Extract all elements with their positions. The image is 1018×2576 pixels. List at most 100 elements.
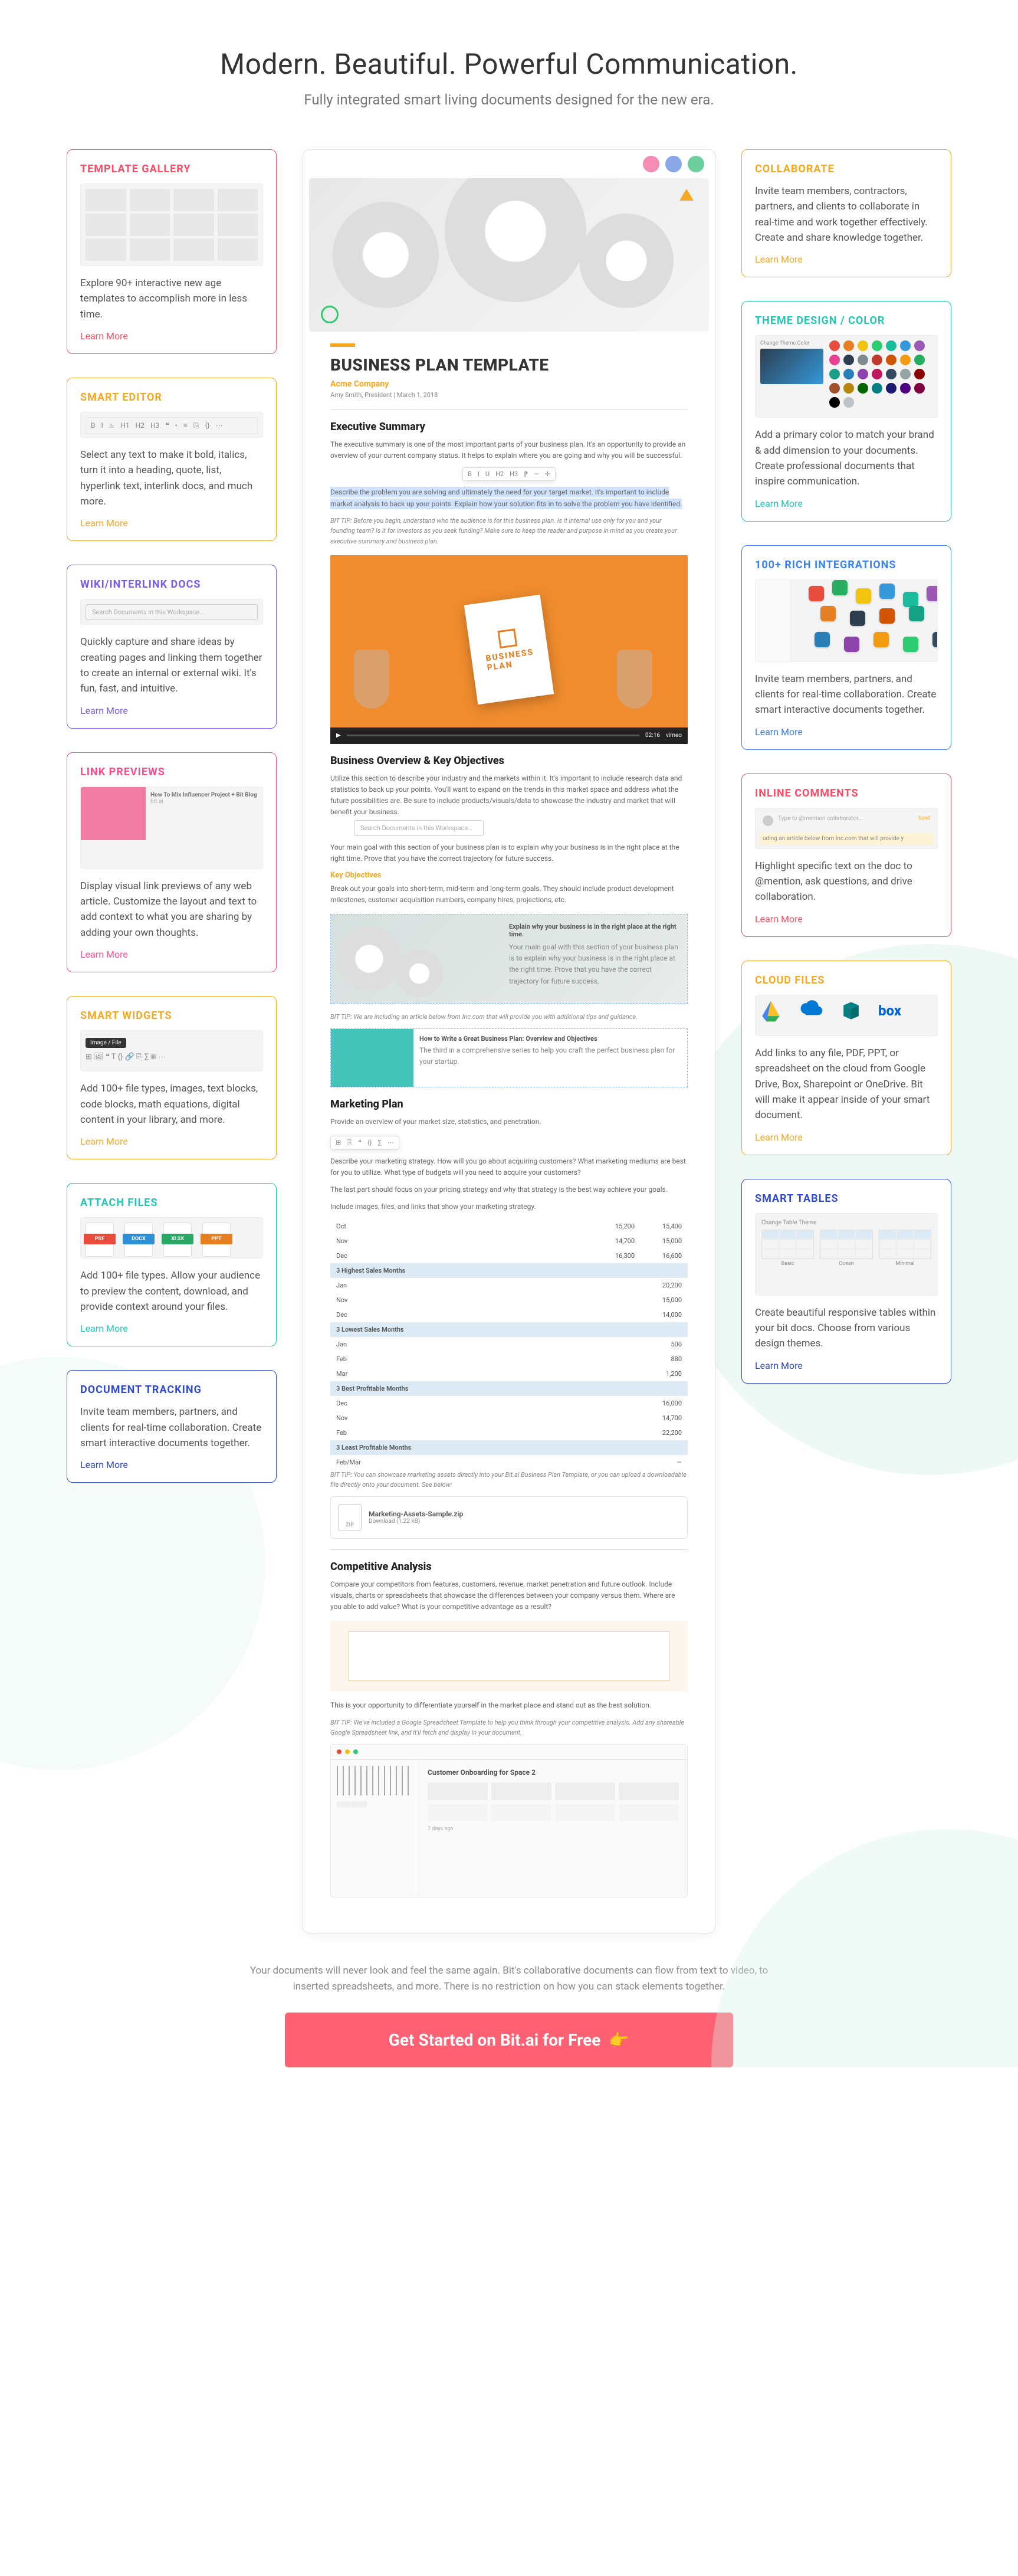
widget-toolbar[interactable]: ⊞ ⎘ ❝ {} ∑ ⋯ (330, 1136, 399, 1150)
learn-more-link[interactable]: Learn More (80, 330, 128, 342)
learn-more-link[interactable]: Learn More (755, 1360, 803, 1371)
cta-button[interactable]: Get Started on Bit.ai for Free 👉 (285, 2013, 733, 2067)
card-thumb: Change Table ThemeBasicOceanMinimal (755, 1213, 938, 1296)
toolbar-btn[interactable]: ⁋ (524, 470, 528, 478)
accent-bar (330, 343, 355, 347)
card-thumb: How To Mix Influencer Project + Bit Blog… (80, 786, 263, 869)
toolbar-btn[interactable]: ⎘ (347, 1139, 352, 1147)
paragraph: This is your opportunity to differentiat… (330, 1700, 688, 1711)
right-column: COLLABORATEInvite team members, contract… (741, 149, 951, 1933)
toolbar-btn[interactable]: {} (367, 1139, 372, 1147)
floating-toolbar[interactable]: BIU H2 H3 ⁋ — ✛ (462, 467, 556, 481)
section-heading: Executive Summary (330, 421, 688, 433)
video-embed[interactable]: BUSINESSPLAN ▶ 02:16 vimeo (330, 555, 688, 744)
link-preview[interactable]: How to Write a Great Business Plan: Over… (330, 1028, 688, 1087)
learn-more-link[interactable]: Learn More (755, 1132, 803, 1143)
card-title: LINK PREVIEWS (80, 766, 263, 778)
doc-company: Acme Company (330, 379, 688, 389)
file-attachment[interactable]: ZIP Marketing-Assets-Sample.zip Download… (330, 1496, 688, 1539)
feature-card-attach-files: ATTACH FILES PDFDOCXXLSXPPT Add 100+ file … (67, 1183, 277, 1346)
card-body: Invite team members, partners, and clien… (755, 671, 938, 718)
card-thumb: Type to @mention collaborator…Senduding … (755, 808, 938, 849)
video-controls[interactable]: ▶ 02:16 vimeo (330, 727, 688, 744)
avatar[interactable] (664, 155, 683, 173)
paragraph: Provide an overview of your market size,… (330, 1116, 688, 1128)
learn-more-link[interactable]: Learn More (80, 1459, 128, 1470)
hero-title: Modern. Beautiful. Powerful Communicatio… (0, 47, 1018, 81)
card-title: SMART WIDGETS (80, 1010, 263, 1022)
section-heading: Marketing Plan (330, 1098, 688, 1110)
tip: BIT TIP: Before you begin, understand wh… (330, 516, 688, 547)
card-body: Quickly capture and share ideas by creat… (80, 634, 263, 696)
avatar[interactable] (687, 155, 705, 173)
feature-card-cloud: CLOUD FILES box Add links to any file, P… (741, 961, 951, 1155)
feature-card-smart-editor: SMART EDITORBI⎁H1H2H3❝•≡⎘{}⋯Oooh! Where … (67, 378, 277, 541)
spreadsheet-embed[interactable]: ░░░░░░░░ Customer Onboarding for Space 2… (330, 1744, 688, 1897)
lp-title: How to Write a Great Business Plan: Over… (419, 1035, 597, 1043)
tip: BIT TIP: We've included a Google Spreads… (330, 1718, 688, 1738)
left-column: TEMPLATE GALLERYExplore 90+ interactive … (67, 149, 277, 1933)
feature-card-collaborate: COLLABORATEInvite team members, contract… (741, 149, 951, 277)
feature-card-link-previews: LINK PREVIEWS How To Mix Influencer Proje… (67, 752, 277, 972)
learn-more-link[interactable]: Learn More (80, 705, 128, 716)
sales-table: Oct15,20015,400Nov14,70015,000Dec16,3001… (330, 1219, 688, 1470)
card-title: THEME DESIGN / COLOR (755, 314, 938, 327)
toolbar-btn[interactable]: H3 (510, 470, 518, 478)
card-title: ATTACH FILES (80, 1197, 263, 1209)
toolbar-btn[interactable]: ❝ (358, 1139, 362, 1147)
learn-more-link[interactable]: Learn More (80, 1136, 128, 1147)
avatar[interactable] (642, 155, 661, 173)
learn-more-link[interactable]: Learn More (80, 949, 128, 960)
toolbar-btn[interactable]: — (534, 470, 539, 478)
learn-more-link[interactable]: Learn More (755, 254, 803, 265)
card-body: Add a primary color to match your brand … (755, 427, 938, 489)
toolbar-btn[interactable]: ✛ (545, 470, 550, 478)
image-callout[interactable]: Explain why your business is in the righ… (330, 914, 688, 1004)
feature-card-wiki: WIKI/INTERLINK DOCSSearch Documents in t… (67, 565, 277, 728)
card-title: 100+ RICH Integrations (755, 559, 938, 571)
file-name: Marketing-Assets-Sample.zip (369, 1510, 463, 1518)
card-body: Add 100+ file types. Allow your audience… (80, 1268, 263, 1315)
tip: BIT TIP: You can showcase marketing asse… (330, 1470, 688, 1490)
paragraph: Utilize this section to describe your in… (330, 773, 688, 818)
subheading: Key Objectives (330, 871, 688, 880)
learn-more-link[interactable]: Learn More (755, 726, 803, 738)
learn-more-link[interactable]: Learn More (80, 1323, 128, 1334)
doc-title: BUSINESS PLAN TEMPLATE (330, 355, 688, 375)
card-thumb: Image / File⊞ 🖼 ❝ T {} 🔗 ⎘ ∑ ▦ ⋯ (80, 1030, 263, 1071)
toolbar-btn[interactable]: H2 (495, 470, 504, 478)
card-body: Select any text to make it bold, italics… (80, 447, 263, 509)
section-heading: Business Overview & Key Objectives (330, 755, 688, 767)
competitive-table (330, 1621, 688, 1692)
pointing-hand-icon: 👉 (609, 2030, 629, 2050)
document-preview: BUSINESS PLAN TEMPLATE Acme Company Amy … (303, 149, 715, 1933)
learn-more-link[interactable]: Learn More (80, 517, 128, 529)
toolbar-btn[interactable]: ⋯ (388, 1139, 394, 1147)
feature-card-template-gallery: TEMPLATE GALLERYExplore 90+ interactive … (67, 149, 277, 354)
toolbar-btn[interactable]: ∑ (377, 1139, 381, 1147)
card-title: CLOUD FILES (755, 974, 938, 987)
paragraph: Compare your competitors from features, … (330, 1579, 688, 1613)
toolbar-btn[interactable]: ⊞ (336, 1139, 341, 1147)
highlighted-text[interactable]: Describe the problem you are solving and… (330, 487, 688, 509)
toolbar-btn[interactable]: B (468, 470, 472, 478)
toolbar-btn[interactable]: I (478, 470, 480, 478)
card-body: Add 100+ file types, images, text blocks… (80, 1081, 263, 1128)
feature-card-theme: THEME DESIGN / COLORChange Theme ColorAd… (741, 301, 951, 521)
feature-card-doc-tracking: DOCUMENT TRACKINGInvite team members, pa… (67, 1370, 277, 1483)
file-meta: Download (1.22 kB) (369, 1518, 463, 1525)
card-thumb: Search Documents in this Workspace…Detai… (80, 599, 263, 625)
sheet-title: Customer Onboarding for Space 2 (428, 1768, 679, 1777)
card-title: TEMPLATE GALLERY (80, 163, 263, 175)
play-icon[interactable]: ▶ (336, 732, 341, 739)
paragraph: Describe your marketing strategy. How wi… (330, 1156, 688, 1178)
learn-more-link[interactable]: Learn More (755, 913, 803, 925)
lp-body: The third in a comprehensive series to h… (419, 1045, 681, 1067)
footer-text: Your documents will never look and feel … (244, 1963, 774, 1995)
learn-more-link[interactable]: Learn More (755, 498, 803, 509)
card-body: Display visual link previews of any web … (80, 879, 263, 940)
interlink-search[interactable]: Search Documents in this Workspace… (354, 820, 484, 836)
feature-card-tables: SMART TABLESChange Table ThemeBasicOcean… (741, 1179, 951, 1384)
toolbar-btn[interactable]: U (485, 470, 490, 478)
card-thumb: PDFDOCXXLSXPPT (80, 1217, 263, 1258)
